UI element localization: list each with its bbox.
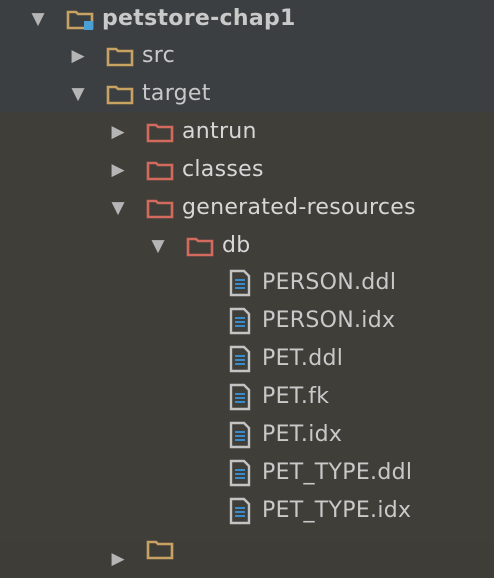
text-file-icon <box>229 383 251 411</box>
excluded-folder-icon <box>146 540 174 560</box>
tree-row-db[interactable]: ▼ db <box>0 227 494 265</box>
tree-row-generated-resources[interactable]: ▼ generated-resources <box>0 189 494 227</box>
tree-row-partial[interactable]: ▶ <box>0 530 494 569</box>
collapse-arrow-icon[interactable]: ▶ <box>108 151 128 189</box>
tree-label: PET.ddl <box>262 346 344 371</box>
tree-label: PERSON.idx <box>262 308 396 333</box>
tree-label: PET_TYPE.idx <box>262 498 412 523</box>
folder-icon <box>106 47 134 67</box>
tree-row-file[interactable]: PERSON.idx <box>0 302 494 340</box>
expand-arrow-icon[interactable]: ▼ <box>148 227 168 265</box>
module-folder-icon <box>66 10 94 30</box>
collapse-arrow-icon[interactable]: ▶ <box>108 540 128 578</box>
excluded-folder-icon <box>146 123 174 143</box>
tree-label: generated-resources <box>182 195 416 220</box>
tree-label: PET_TYPE.ddl <box>262 460 413 485</box>
expand-arrow-icon[interactable]: ▼ <box>68 75 88 113</box>
tree-row-file[interactable]: PET.idx <box>0 416 494 454</box>
tree-row-file[interactable]: PERSON.ddl <box>0 264 494 302</box>
expand-arrow-icon[interactable]: ▼ <box>28 0 48 38</box>
tree-row-file[interactable]: PET.ddl <box>0 340 494 378</box>
collapse-arrow-icon[interactable]: ▶ <box>68 37 88 75</box>
tree-label: petstore-chap1 <box>102 6 296 31</box>
folder-icon <box>106 85 134 105</box>
collapse-arrow-icon[interactable]: ▶ <box>108 113 128 151</box>
excluded-folder-icon <box>146 199 174 219</box>
tree-label: PET.fk <box>262 384 330 409</box>
text-file-icon <box>229 307 251 335</box>
tree-row-antrun[interactable]: ▶ antrun <box>0 113 494 151</box>
tree-row-target[interactable]: ▼ target <box>0 75 494 113</box>
tree-row-src[interactable]: ▶ src <box>0 37 494 75</box>
tree-label: PET.idx <box>262 422 343 447</box>
tree-label: antrun <box>182 119 257 144</box>
expand-arrow-icon[interactable]: ▼ <box>108 189 128 227</box>
text-file-icon <box>229 459 251 487</box>
tree-row-file[interactable]: PET_TYPE.idx <box>0 492 494 530</box>
excluded-folder-icon <box>146 161 174 181</box>
tree-label: src <box>142 43 176 68</box>
tree-label: target <box>142 81 211 106</box>
tree-row-classes[interactable]: ▶ classes <box>0 151 494 189</box>
text-file-icon <box>229 497 251 525</box>
tree-row-file[interactable]: PET.fk <box>0 378 494 416</box>
tree-label: classes <box>182 157 264 182</box>
excluded-folder-icon <box>186 237 214 257</box>
tree-row-file[interactable]: PET_TYPE.ddl <box>0 454 494 492</box>
text-file-icon <box>229 345 251 373</box>
tree-row-petstore-chap1[interactable]: ▼ petstore-chap1 <box>0 0 494 38</box>
text-file-icon <box>229 269 251 297</box>
tree-label: PERSON.ddl <box>262 270 397 295</box>
tree-label: db <box>222 233 251 258</box>
text-file-icon <box>229 421 251 449</box>
